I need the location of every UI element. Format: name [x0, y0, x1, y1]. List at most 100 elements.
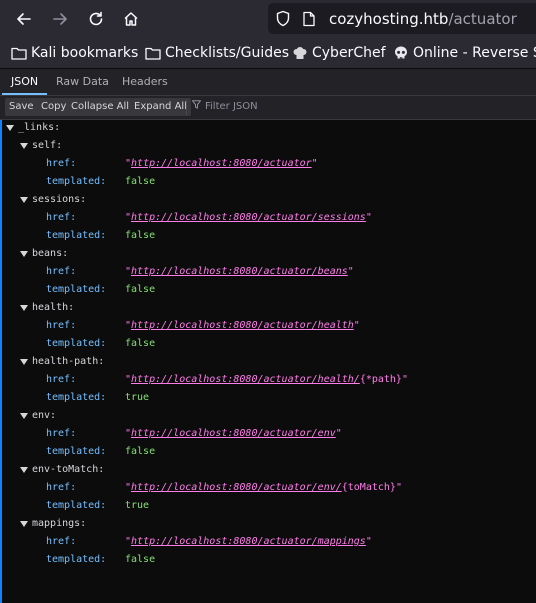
json-tree-panel: _links: self: href: "http://localhost:8080…: [0, 120, 536, 603]
href-row: href: "http://localhost:8080/actuator/ses…: [2, 209, 522, 227]
url-host: cozyhosting.htb: [329, 10, 449, 28]
templated-key: templated:: [46, 284, 107, 295]
templated-value: false: [125, 284, 156, 295]
navigation-bar: cozyhosting.htb/actuator: [0, 0, 536, 38]
bookmark-kali-bookmarks[interactable]: Kali bookmarks: [11, 45, 138, 61]
bookmark-online-reverse-shell[interactable]: Online - Reverse Sh: [393, 45, 536, 61]
toolbar-divider: [186, 100, 187, 115]
templated-value: true: [125, 500, 150, 511]
forward-arrow-icon[interactable]: [48, 7, 72, 31]
collapse-triangle-icon[interactable]: [20, 467, 28, 473]
bookmark-label: Kali bookmarks: [31, 45, 139, 61]
href-link[interactable]: http://localhost:8080/actuator: [131, 158, 312, 169]
tab-headers[interactable]: Headers: [113, 69, 177, 95]
templated-key: templated:: [46, 338, 107, 349]
href-key: href:: [46, 428, 77, 439]
filter-placeholder: Filter JSON: [205, 100, 258, 112]
templated-key: templated:: [46, 500, 107, 511]
collapse-triangle-icon[interactable]: [20, 521, 28, 527]
href-template-suffix: {toMatch}: [341, 482, 396, 493]
url-path: /actuator: [448, 10, 517, 28]
href-value: "http://localhost:8080/actuator/health/{…: [125, 374, 408, 385]
href-row: href: "http://localhost:8080/actuator/env…: [2, 479, 522, 497]
bookmark-checklists-guides[interactable]: Checklists/Guides: [145, 45, 289, 61]
templated-key: templated:: [46, 446, 107, 457]
templated-value: true: [125, 392, 150, 403]
back-arrow-icon[interactable]: [12, 7, 36, 31]
href-link[interactable]: http://localhost:8080/actuator/mappings: [131, 536, 366, 547]
href-key: href:: [46, 374, 77, 385]
bookmark-cyberchef[interactable]: CyberChef: [292, 45, 386, 61]
link-name: health-path:: [32, 356, 105, 367]
collapse-triangle-icon[interactable]: [20, 413, 28, 419]
collapse-triangle-icon[interactable]: [20, 197, 28, 203]
href-link[interactable]: http://localhost:8080/actuator/env: [131, 428, 336, 439]
href-row: href: "http://localhost:8080/actuator/env…: [2, 425, 522, 443]
href-row: href: "http://localhost:8080/actuator/hea…: [2, 371, 522, 389]
href-value: "http://localhost:8080/actuator/beans": [125, 266, 354, 277]
templated-row: templated: false: [2, 281, 522, 299]
href-template-suffix: {*path}: [359, 374, 402, 385]
href-row: href: "http://localhost:8080/actuator": [2, 155, 522, 173]
collapse-triangle-icon[interactable]: [20, 359, 28, 365]
templated-value: false: [125, 176, 156, 187]
reload-icon[interactable]: [84, 7, 108, 31]
href-key: href:: [46, 320, 77, 331]
href-value: "http://localhost:8080/actuator/health": [125, 320, 360, 331]
url-bar[interactable]: cozyhosting.htb/actuator: [268, 3, 536, 34]
href-row: href: "http://localhost:8080/actuator/map…: [2, 533, 522, 551]
href-value: "http://localhost:8080/actuator": [125, 158, 318, 169]
templated-row: templated: true: [2, 389, 522, 407]
href-value: "http://localhost:8080/actuator/sessions…: [125, 212, 372, 223]
templated-value: false: [125, 230, 156, 241]
tab-json[interactable]: JSON: [2, 69, 48, 95]
href-row: href: "http://localhost:8080/actuator/bea…: [2, 263, 522, 281]
templated-key: templated:: [46, 392, 107, 403]
templated-row: templated: false: [2, 335, 522, 353]
filter-json-input[interactable]: Filter JSON: [192, 100, 258, 112]
expand-all-button[interactable]: Expand All: [130, 98, 191, 116]
skull-icon: [393, 45, 409, 61]
templated-value: false: [125, 446, 156, 457]
href-key: href:: [46, 266, 77, 277]
page-info-icon[interactable]: [302, 11, 316, 31]
templated-row: templated: false: [2, 227, 522, 245]
bookmark-label: Online - Reverse Sh: [413, 45, 536, 61]
tab-raw-data[interactable]: Raw Data: [47, 69, 118, 95]
href-value: "http://localhost:8080/actuator/env": [125, 428, 342, 439]
copy-button[interactable]: Copy: [37, 98, 71, 116]
url-text[interactable]: cozyhosting.htb/actuator: [329, 10, 517, 28]
templated-row: templated: false: [2, 551, 522, 569]
href-link[interactable]: http://localhost:8080/actuator/health: [131, 320, 354, 331]
collapse-triangle-icon[interactable]: [6, 125, 14, 131]
bookmark-label: Checklists/Guides: [165, 45, 290, 61]
json-toolbar: Save Copy Collapse All Expand All Filter…: [0, 96, 536, 120]
collapse-triangle-icon[interactable]: [20, 143, 28, 149]
href-link[interactable]: http://localhost:8080/actuator/beans: [131, 266, 348, 277]
href-link[interactable]: http://localhost:8080/actuator/health/: [131, 374, 360, 385]
href-value: "http://localhost:8080/actuator/mappings…: [125, 536, 372, 547]
filter-icon: [192, 100, 205, 112]
href-value: "http://localhost:8080/actuator/env/{toM…: [125, 482, 402, 493]
save-button[interactable]: Save: [5, 98, 38, 116]
collapse-triangle-icon[interactable]: [20, 305, 28, 311]
link-name: health:: [32, 302, 75, 313]
href-link[interactable]: http://localhost:8080/actuator/env/: [131, 482, 342, 493]
folder-icon: [145, 46, 161, 60]
link-name: env-toMatch:: [32, 464, 105, 475]
href-key: href:: [46, 212, 77, 223]
templated-row: templated: false: [2, 173, 522, 191]
link-name: self:: [32, 140, 63, 151]
link-name: env:: [32, 410, 57, 421]
templated-row: templated: true: [2, 497, 522, 515]
href-key: href:: [46, 482, 77, 493]
link-name: beans:: [32, 248, 69, 259]
chef-hat-icon: [292, 46, 308, 61]
tracking-protection-shield-icon[interactable]: [275, 10, 291, 31]
collapse-triangle-icon[interactable]: [20, 251, 28, 257]
home-icon[interactable]: [119, 7, 143, 31]
bookmark-label: CyberChef: [312, 45, 386, 61]
collapse-all-button[interactable]: Collapse All: [67, 98, 134, 116]
href-link[interactable]: http://localhost:8080/actuator/sessions: [131, 212, 366, 223]
templated-value: false: [125, 554, 156, 565]
